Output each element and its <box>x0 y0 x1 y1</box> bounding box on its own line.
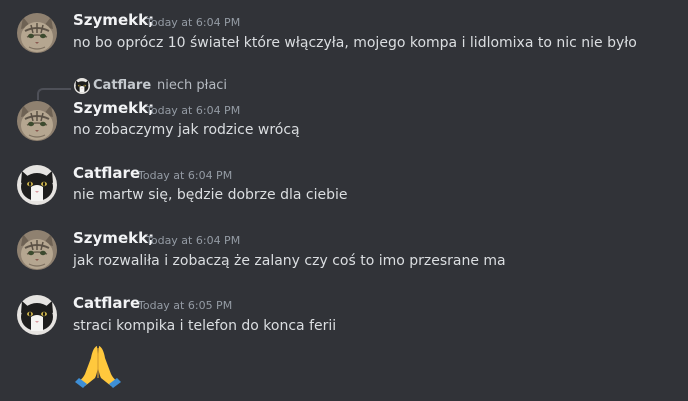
black-white-cat-avatar-icon[interactable] <box>74 78 90 94</box>
reply-connector <box>37 88 71 100</box>
message-list: Szymekk; Today at 6:04 PM no bo oprócz 1… <box>0 0 688 401</box>
message-text: nie martw się, będzie dobrze dla ciebie <box>73 187 348 203</box>
message-text: no bo oprócz 10 świateł które włączyła, … <box>73 35 637 51</box>
reply-author[interactable]: Catflare <box>93 78 151 93</box>
black-white-cat-avatar-icon[interactable] <box>17 165 57 205</box>
message-author[interactable]: Szymekk; <box>73 229 154 247</box>
black-white-cat-avatar-icon[interactable] <box>17 295 57 335</box>
message-timestamp: Today at 6:05 PM <box>138 299 233 312</box>
message-timestamp: Today at 6:04 PM <box>146 104 241 117</box>
message-timestamp: Today at 6:04 PM <box>138 169 233 182</box>
folded-hands-emoji-icon[interactable] <box>73 338 123 388</box>
tabby-cat-avatar-icon[interactable] <box>17 13 57 53</box>
message-text: jak rozwaliła i zobaczą że zalany czy co… <box>73 253 506 269</box>
message-timestamp: Today at 6:04 PM <box>146 234 241 247</box>
reply-preview-text[interactable]: niech płaci <box>157 78 227 93</box>
tabby-cat-avatar-icon[interactable] <box>17 101 57 141</box>
message-item: Catflare niech płaci Szymekk; Today at 6… <box>0 64 688 154</box>
message-author[interactable]: Szymekk; <box>73 99 154 117</box>
message-item: Szymekk; Today at 6:04 PM jak rozwaliła … <box>0 220 688 286</box>
message-author[interactable]: Catflare <box>73 294 140 312</box>
message-author[interactable]: Catflare <box>73 164 140 182</box>
tabby-cat-avatar-icon[interactable] <box>17 230 57 270</box>
message-text: straci kompika i telefon do konca ferii <box>73 318 337 334</box>
message-text: no zobaczymy jak rodzice wrócą <box>73 122 300 138</box>
message-item: Catflare Today at 6:04 PM nie martw się,… <box>0 154 688 220</box>
message-timestamp: Today at 6:04 PM <box>146 16 241 29</box>
message-item: Szymekk; Today at 6:04 PM no bo oprócz 1… <box>0 0 688 64</box>
message-author[interactable]: Szymekk; <box>73 11 154 29</box>
